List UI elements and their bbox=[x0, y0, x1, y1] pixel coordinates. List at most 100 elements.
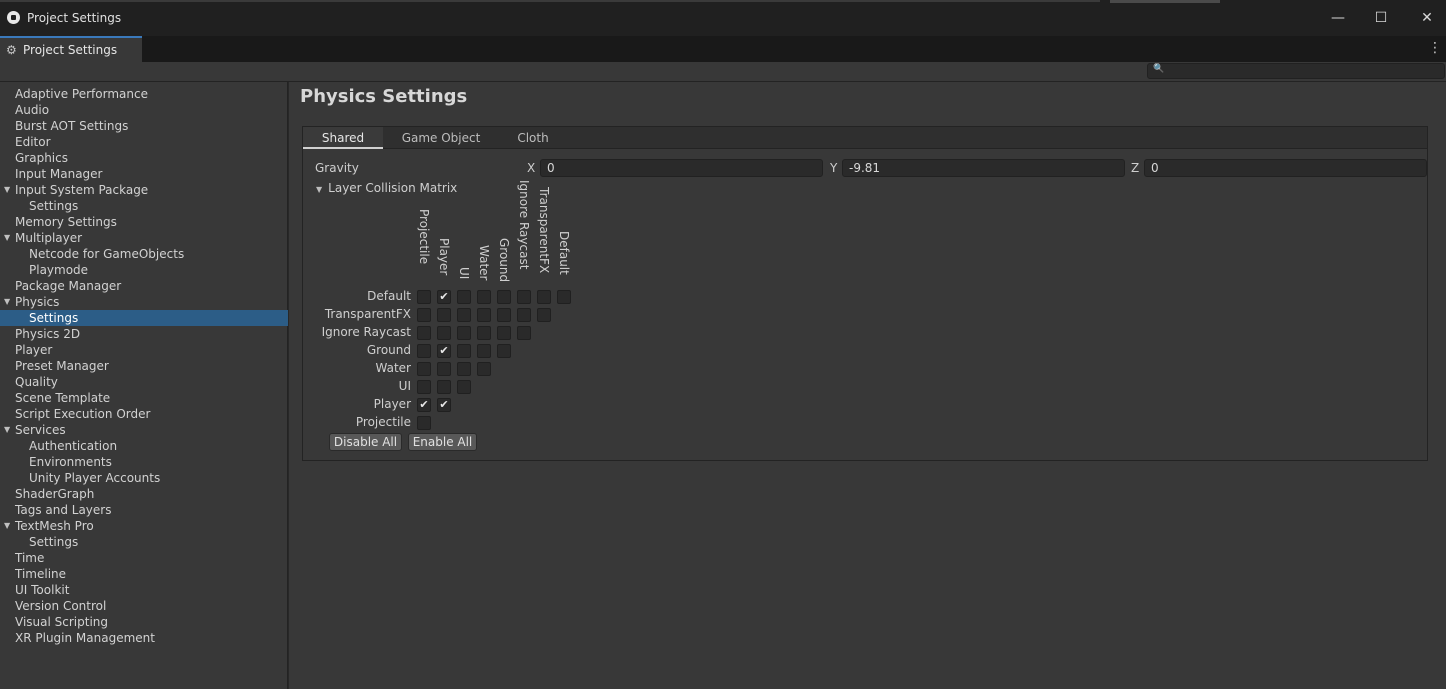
sidebar-item[interactable]: Settings bbox=[0, 534, 288, 550]
sidebar-item[interactable]: Time bbox=[0, 550, 288, 566]
sidebar-item[interactable]: Environments bbox=[0, 454, 288, 470]
sidebar-item[interactable]: Memory Settings bbox=[0, 214, 288, 230]
collision-checkbox[interactable] bbox=[537, 290, 551, 304]
collision-checkbox[interactable] bbox=[437, 380, 451, 394]
collision-checkbox[interactable] bbox=[457, 380, 471, 394]
sidebar-item-label: TextMesh Pro bbox=[15, 519, 94, 533]
sidebar-item[interactable]: Tags and Layers bbox=[0, 502, 288, 518]
collision-checkbox[interactable] bbox=[557, 290, 571, 304]
sidebar-item[interactable]: Scene Template bbox=[0, 390, 288, 406]
sidebar-item[interactable]: Physics 2D bbox=[0, 326, 288, 342]
sidebar-item[interactable]: Netcode for GameObjects bbox=[0, 246, 288, 262]
expand-arrow-icon[interactable]: ▼ bbox=[4, 182, 10, 198]
disable-all-button[interactable]: Disable All bbox=[329, 433, 402, 451]
sidebar-item[interactable]: XR Plugin Management bbox=[0, 630, 288, 646]
collision-checkbox[interactable] bbox=[417, 416, 431, 430]
collision-checkbox[interactable]: ✔ bbox=[437, 290, 451, 304]
collision-checkbox[interactable] bbox=[457, 290, 471, 304]
collision-checkbox[interactable] bbox=[537, 308, 551, 322]
collision-checkbox[interactable] bbox=[417, 344, 431, 358]
sidebar-item[interactable]: Visual Scripting bbox=[0, 614, 288, 630]
collision-checkbox[interactable] bbox=[417, 290, 431, 304]
sidebar-item[interactable]: Input Manager bbox=[0, 166, 288, 182]
collision-checkbox[interactable] bbox=[497, 308, 511, 322]
sidebar-item[interactable]: Graphics bbox=[0, 150, 288, 166]
tab-game-object[interactable]: Game Object bbox=[391, 127, 491, 149]
collision-checkbox[interactable] bbox=[417, 308, 431, 322]
collision-checkbox[interactable] bbox=[437, 326, 451, 340]
sidebar-item[interactable]: Editor bbox=[0, 134, 288, 150]
sidebar-item[interactable]: ▼ TextMesh Pro bbox=[0, 518, 288, 534]
sidebar-item[interactable]: Version Control bbox=[0, 598, 288, 614]
collision-checkbox[interactable] bbox=[477, 362, 491, 376]
collision-checkbox[interactable] bbox=[477, 326, 491, 340]
sidebar-item[interactable]: Script Execution Order bbox=[0, 406, 288, 422]
sidebar-item[interactable]: ShaderGraph bbox=[0, 486, 288, 502]
collision-checkbox[interactable] bbox=[417, 380, 431, 394]
sidebar-item[interactable]: Playmode bbox=[0, 262, 288, 278]
collision-checkbox[interactable]: ✔ bbox=[437, 344, 451, 358]
top-edge-segment bbox=[1110, 0, 1220, 3]
sidebar-item-label: Input Manager bbox=[15, 167, 103, 181]
sidebar-item[interactable]: Authentication bbox=[0, 438, 288, 454]
more-options-icon[interactable]: ⋮ bbox=[1428, 40, 1442, 56]
collision-checkbox[interactable] bbox=[417, 326, 431, 340]
sidebar-item[interactable]: ▼ Multiplayer bbox=[0, 230, 288, 246]
collision-checkbox[interactable] bbox=[497, 290, 511, 304]
sidebar-item[interactable]: Package Manager bbox=[0, 278, 288, 294]
enable-all-button[interactable]: Enable All bbox=[408, 433, 477, 451]
expand-arrow-icon[interactable]: ▼ bbox=[4, 518, 10, 534]
tab-label: Project Settings bbox=[23, 43, 118, 57]
sidebar-item[interactable]: ▼ Input System Package bbox=[0, 182, 288, 198]
collision-checkbox[interactable] bbox=[457, 344, 471, 358]
collision-checkbox[interactable] bbox=[517, 326, 531, 340]
close-button[interactable]: ✕ bbox=[1417, 8, 1437, 28]
collision-checkbox[interactable] bbox=[477, 290, 491, 304]
sidebar-item[interactable]: Settings bbox=[0, 198, 288, 214]
sidebar-item[interactable]: ▼ Physics bbox=[0, 294, 288, 310]
search-input[interactable]: 🔍 bbox=[1147, 63, 1445, 79]
sidebar-item[interactable]: Player bbox=[0, 342, 288, 358]
layer-collision-matrix-foldout[interactable]: ▼ Layer Collision Matrix bbox=[316, 181, 457, 195]
sidebar-item-label: Preset Manager bbox=[15, 359, 109, 373]
collision-checkbox[interactable] bbox=[437, 362, 451, 376]
collision-checkbox[interactable] bbox=[477, 344, 491, 358]
collision-checkbox[interactable] bbox=[497, 344, 511, 358]
sidebar-item-label: Playmode bbox=[29, 263, 89, 277]
sidebar-item[interactable]: Burst AOT Settings bbox=[0, 118, 288, 134]
sidebar-item[interactable]: Audio bbox=[0, 102, 288, 118]
page-title: Physics Settings bbox=[300, 86, 468, 107]
sidebar-item[interactable]: ▼ Services bbox=[0, 422, 288, 438]
sidebar-item[interactable]: Preset Manager bbox=[0, 358, 288, 374]
gravity-x-field[interactable]: 0 bbox=[540, 159, 823, 177]
search-icon: 🔍 bbox=[1153, 64, 1165, 74]
gravity-z-field[interactable]: 0 bbox=[1144, 159, 1427, 177]
sidebar-item[interactable]: Settings bbox=[0, 310, 288, 326]
sidebar-item[interactable]: Timeline bbox=[0, 566, 288, 582]
expand-arrow-icon[interactable]: ▼ bbox=[4, 230, 10, 246]
collision-checkbox[interactable] bbox=[417, 362, 431, 376]
sidebar-item[interactable]: Adaptive Performance bbox=[0, 86, 288, 102]
collision-checkbox[interactable] bbox=[457, 308, 471, 322]
expand-arrow-icon[interactable]: ▼ bbox=[4, 294, 10, 310]
collision-checkbox[interactable] bbox=[497, 326, 511, 340]
collision-checkbox[interactable] bbox=[437, 308, 451, 322]
collision-checkbox[interactable]: ✔ bbox=[417, 398, 431, 412]
matrix-column-label: Player bbox=[437, 237, 451, 276]
sidebar-item[interactable]: UI Toolkit bbox=[0, 582, 288, 598]
tab-project-settings[interactable]: ⚙ Project Settings bbox=[0, 36, 142, 62]
maximize-button[interactable]: ☐ bbox=[1371, 8, 1391, 28]
sidebar-item[interactable]: Unity Player Accounts bbox=[0, 470, 288, 486]
minimize-button[interactable]: — bbox=[1328, 8, 1348, 28]
collision-checkbox[interactable] bbox=[457, 326, 471, 340]
collision-checkbox[interactable] bbox=[517, 308, 531, 322]
sidebar-item[interactable]: Quality bbox=[0, 374, 288, 390]
gravity-y-field[interactable]: -9.81 bbox=[842, 159, 1125, 177]
tab-shared[interactable]: Shared bbox=[303, 127, 383, 149]
collision-checkbox[interactable] bbox=[477, 308, 491, 322]
expand-arrow-icon[interactable]: ▼ bbox=[4, 422, 10, 438]
collision-checkbox[interactable] bbox=[457, 362, 471, 376]
tab-cloth[interactable]: Cloth bbox=[503, 127, 563, 149]
collision-checkbox[interactable]: ✔ bbox=[437, 398, 451, 412]
collision-checkbox[interactable] bbox=[517, 290, 531, 304]
